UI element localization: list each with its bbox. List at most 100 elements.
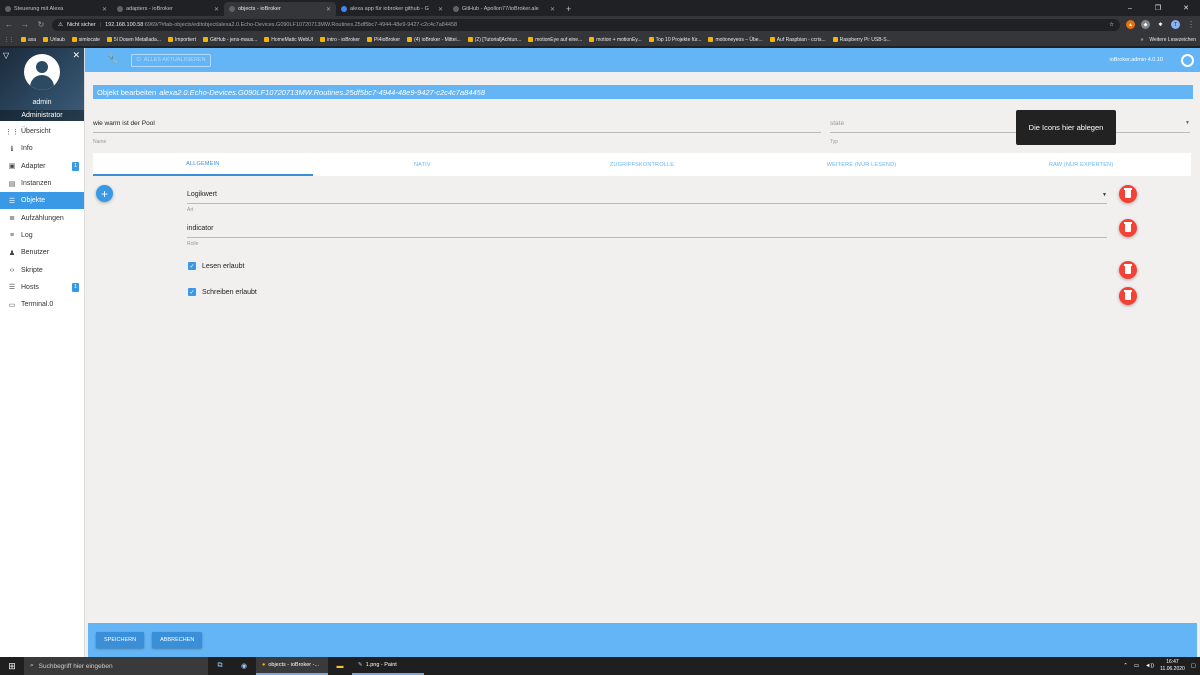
close-icon[interactable]: ✕ bbox=[326, 6, 331, 13]
sidebar-item-benutzer[interactable]: ♟ Benutzer bbox=[0, 244, 84, 261]
network-icon[interactable]: ▭ bbox=[1134, 663, 1139, 669]
sidebar-item-info[interactable]: ℹ Info bbox=[0, 140, 84, 157]
sidebar-item-aufz-hlungen[interactable]: ≣ Aufzählungen bbox=[0, 209, 84, 226]
bookmark-item[interactable]: motioneyeos – Übe... bbox=[708, 37, 763, 43]
sidebar-item-label: Info bbox=[21, 145, 33, 153]
bookmark-item[interactable]: GitHub - jens-maus... bbox=[203, 37, 257, 43]
type-select[interactable]: state ▼ bbox=[830, 114, 1190, 133]
avatar[interactable] bbox=[24, 54, 60, 90]
notification-icon[interactable]: ▢ bbox=[1191, 663, 1196, 669]
close-icon[interactable]: ✕ bbox=[102, 6, 107, 13]
taskbar-item-paint[interactable]: ✎ 1.png - Paint bbox=[352, 657, 424, 675]
name-input[interactable]: wie warm ist der Pool bbox=[93, 114, 821, 133]
windows-start-icon[interactable]: ⊞ bbox=[0, 661, 24, 672]
sidebar-item--bersicht[interactable]: ⋮⋮ Übersicht bbox=[0, 123, 84, 140]
menu-icon[interactable]: ⋮ bbox=[1186, 20, 1196, 29]
write-checkbox[interactable]: ✓ bbox=[188, 288, 196, 296]
main-content: 🔧 ⏻ ALLES AKTUALISIEREN ioBroker.admin 4.… bbox=[85, 48, 1200, 657]
browser-tab[interactable]: GitHub - Apollon77/ioBroker.ale ✕ bbox=[448, 2, 560, 16]
close-icon[interactable]: ✕ bbox=[550, 6, 555, 13]
browser-tab-active[interactable]: objects - ioBroker ✕ bbox=[224, 2, 336, 16]
bookmarks-more-button[interactable]: » bbox=[1141, 37, 1144, 43]
delete-type-button[interactable] bbox=[1119, 185, 1137, 203]
browser-tab[interactable]: Steuerung mit Alexa ✕ bbox=[0, 2, 112, 16]
bookmark-item[interactable]: motionEye auf eine... bbox=[528, 37, 582, 43]
bookmark-item[interactable]: motion + motionEy... bbox=[589, 37, 642, 43]
reload-icon[interactable]: ↻ bbox=[36, 20, 46, 29]
bookmark-item[interactable]: 5l Dosen Metallada... bbox=[106, 37, 161, 43]
apps-icon[interactable]: ⋮⋮ bbox=[4, 37, 14, 43]
common-type-select[interactable]: Logikwert ▼ bbox=[187, 186, 1107, 204]
sidebar-item-terminal-0[interactable]: ▭ Terminal.0 bbox=[0, 296, 84, 313]
cancel-button[interactable]: ABBRECHEN bbox=[152, 632, 203, 648]
clock[interactable]: 16:47 11.06.2020 bbox=[1160, 659, 1185, 673]
tab-raw-experts[interactable]: RAW (NUR EXPERTEN) bbox=[971, 153, 1191, 176]
wrench-icon[interactable]: 🔧 bbox=[107, 55, 119, 66]
bookmark-icon bbox=[320, 37, 326, 42]
sidebar-item-adapter[interactable]: ▣ Adapter 1 bbox=[0, 158, 84, 175]
puzzle-icon[interactable]: ✱ bbox=[1156, 20, 1165, 29]
sidebar-item-hosts[interactable]: ☰ Hosts 1 bbox=[0, 279, 84, 296]
tab-access-control[interactable]: ZUGRIFFSKONTROLLE bbox=[532, 153, 752, 176]
delete-write-button[interactable] bbox=[1119, 287, 1137, 305]
sidebar-item-skripte[interactable]: ‹› Skripte bbox=[0, 261, 84, 278]
maximize-icon[interactable]: ❐ bbox=[1144, 0, 1172, 16]
save-button[interactable]: SPEICHERN bbox=[96, 632, 145, 648]
add-property-button[interactable]: + bbox=[96, 185, 113, 202]
close-icon[interactable]: ✕ bbox=[72, 50, 80, 61]
bookmark-icon bbox=[43, 37, 49, 42]
taskbar-item-chrome[interactable]: ● objects - ioBroker -... bbox=[256, 657, 328, 675]
trash-icon bbox=[1124, 188, 1132, 198]
bookmark-item[interactable]: Raspberry Pi: USB-S... bbox=[832, 37, 891, 43]
sidebar-menu: ⋮⋮ Übersicht ℹ Info ▣ Adapter 1 ▤ Instanzen ☰ Obje… bbox=[0, 121, 84, 313]
tab-more-readonly[interactable]: WEITERE (NUR LESEND) bbox=[752, 153, 972, 176]
bookmark-item[interactable]: (4) ioBroker - Mittei... bbox=[407, 37, 461, 43]
tab-general[interactable]: ALLGEMEIN bbox=[93, 153, 313, 176]
close-window-icon[interactable]: ✕ bbox=[1172, 0, 1200, 16]
forward-icon[interactable]: → bbox=[20, 20, 30, 29]
bookmark-item[interactable]: Importiert bbox=[167, 37, 196, 43]
bookmark-item[interactable]: intro - ioBroker bbox=[320, 37, 360, 43]
profile-header: ▽ ✕ admin Administrator bbox=[0, 48, 84, 121]
delete-read-button[interactable] bbox=[1119, 261, 1137, 279]
star-icon[interactable]: ☆ bbox=[1109, 22, 1114, 28]
hosts-icon: ☰ bbox=[8, 284, 16, 292]
sidebar-item-instanzen[interactable]: ▤ Instanzen bbox=[0, 175, 84, 192]
extension-icon[interactable]: ◆ bbox=[1141, 20, 1150, 29]
extension-icon[interactable]: ▲ bbox=[1126, 20, 1135, 29]
bookmark-item[interactable]: simlocate bbox=[71, 37, 100, 43]
file-explorer-icon[interactable]: ▬ bbox=[328, 663, 352, 670]
back-icon[interactable]: ← bbox=[4, 20, 14, 29]
edge-icon[interactable]: ◉ bbox=[232, 662, 256, 670]
minimize-icon[interactable]: – bbox=[1116, 0, 1144, 16]
new-tab-button[interactable]: + bbox=[560, 2, 577, 16]
close-icon[interactable]: ✕ bbox=[438, 6, 443, 13]
task-view-icon[interactable]: ⧉ bbox=[208, 662, 232, 670]
url-input[interactable]: ⚠ Nicht sicher | 192.168.100.58:6969/?#t… bbox=[52, 18, 1120, 31]
volume-icon[interactable]: ◄)) bbox=[1145, 663, 1154, 669]
close-icon[interactable]: ✕ bbox=[214, 6, 219, 13]
bookmark-item[interactable]: PI4ioBroker bbox=[366, 37, 400, 43]
tray-chevron-icon[interactable]: ⌃ bbox=[1123, 663, 1128, 669]
read-checkbox[interactable]: ✓ bbox=[188, 262, 196, 270]
other-bookmarks-folder[interactable]: Weitere Lesezeichen bbox=[1149, 37, 1196, 43]
profile-avatar-icon[interactable]: T bbox=[1171, 20, 1180, 29]
bookmark-item[interactable]: Urlaub bbox=[43, 37, 65, 43]
bookmark-item[interactable]: (2) [Tutorial]Achtun... bbox=[467, 37, 521, 43]
tab-native[interactable]: NATIV bbox=[313, 153, 533, 176]
bookmark-item[interactable]: axa bbox=[21, 37, 36, 43]
role-input[interactable]: indicator bbox=[187, 220, 1107, 238]
warning-icon[interactable]: ⚠ bbox=[58, 22, 63, 28]
refresh-all-button[interactable]: ⏻ ALLES AKTUALISIEREN bbox=[131, 53, 211, 67]
browser-tab[interactable]: adapters - ioBroker ✕ bbox=[112, 2, 224, 16]
delete-role-button[interactable] bbox=[1119, 219, 1137, 237]
bookmark-item[interactable]: HomeMatic WebUI bbox=[264, 37, 313, 43]
bookmark-item[interactable]: Top 10 Projekte für... bbox=[648, 37, 701, 43]
browser-tab[interactable]: alexa app für iobroker github - G ✕ bbox=[336, 2, 448, 16]
sidebar-item-objekte[interactable]: ☰ Objekte bbox=[0, 192, 84, 210]
power-icon[interactable] bbox=[1181, 53, 1194, 67]
taskbar-search-input[interactable]: ⌕ Suchbegriff hier eingeben bbox=[24, 657, 208, 675]
bookmark-item[interactable]: Auf Raspbian - ccris... bbox=[769, 37, 826, 43]
sidebar-item-label: Log bbox=[21, 231, 33, 239]
sidebar-item-log[interactable]: ≡ Log bbox=[0, 227, 84, 244]
